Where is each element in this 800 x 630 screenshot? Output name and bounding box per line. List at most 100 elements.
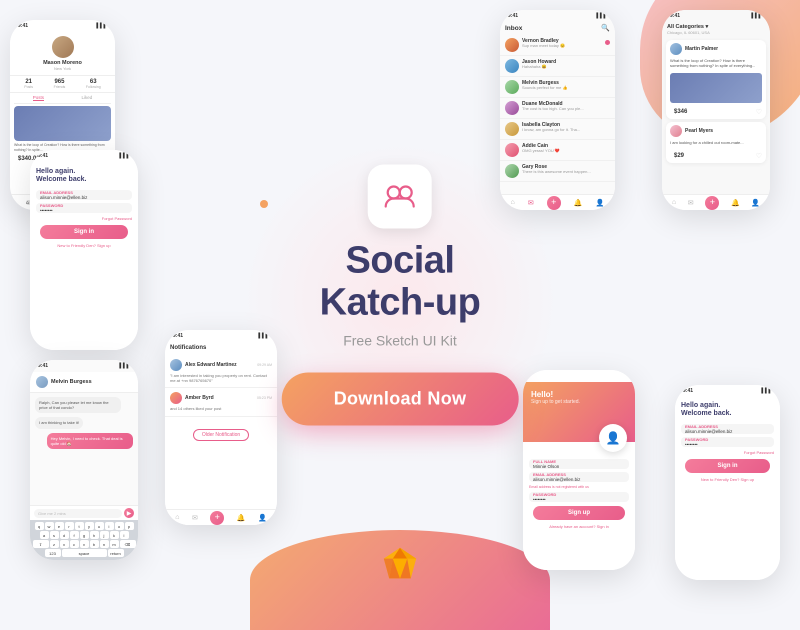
feed-like-icon-2[interactable]: ♡: [756, 152, 762, 160]
inbox-item-1[interactable]: Vernon Bradley Sup man meet today 😊: [500, 35, 615, 56]
signup-button[interactable]: Sign up: [533, 506, 625, 520]
key-g[interactable]: g: [80, 531, 89, 539]
password-field[interactable]: PASSWORD ••••••••: [36, 203, 132, 213]
sketch-logo: [382, 546, 418, 582]
inbox-item-4[interactable]: Duane McDonald The cost is too high. Can…: [500, 98, 615, 119]
login2-greeting: Hello again. Welcome back.: [675, 397, 780, 421]
key-s[interactable]: s: [50, 531, 59, 539]
nav-plus-btn[interactable]: +: [705, 196, 719, 210]
login2-signin-btn[interactable]: Sign in: [685, 459, 770, 473]
signin-button[interactable]: Sign in: [40, 225, 128, 239]
title-line1: Social: [282, 240, 519, 282]
notif1-time: 09:29 AM: [257, 363, 272, 367]
key-d[interactable]: d: [60, 531, 69, 539]
notif-time: 9:41: [173, 333, 183, 339]
nav-person-icon[interactable]: 👤: [596, 199, 605, 207]
key-x[interactable]: x: [60, 540, 69, 548]
nav-mail-icon[interactable]: ✉: [192, 514, 198, 522]
feed-time: 9:41: [670, 13, 680, 19]
nav-plus-btn[interactable]: +: [210, 511, 224, 525]
notif-nav: ⌂ ✉ + 🔔 👤: [165, 509, 277, 525]
inbox-item-2[interactable]: Jason Howard Hahahaha 😆: [500, 56, 615, 77]
key-q[interactable]: q: [35, 522, 44, 530]
key-w[interactable]: w: [45, 522, 54, 530]
nav-person-icon[interactable]: 👤: [258, 514, 267, 522]
message-3: Hey Melvin, I need to check. That deal i…: [47, 433, 133, 449]
key-i[interactable]: i: [105, 522, 114, 530]
login2-password-field[interactable]: PASSWORD ••••••••: [681, 437, 774, 447]
key-space[interactable]: space: [62, 549, 107, 557]
fullname-field[interactable]: FULL NAME Minnie Olson: [529, 459, 629, 469]
email-field[interactable]: EMAIL ADDRESS alison.minnie@ellen.biz: [36, 190, 132, 200]
nav-home-icon[interactable]: ⌂: [175, 514, 179, 521]
key-a[interactable]: a: [40, 531, 49, 539]
key-u[interactable]: u: [95, 522, 104, 530]
key-r[interactable]: r: [65, 522, 74, 530]
signin-link[interactable]: Sign in: [597, 524, 609, 529]
key-123[interactable]: 123: [45, 549, 61, 557]
inbox-msg-4: The cost is too high. Can you ple...: [522, 107, 610, 112]
nav-person-icon[interactable]: 👤: [751, 199, 760, 207]
key-y[interactable]: y: [85, 522, 94, 530]
signup-link[interactable]: Sign up: [97, 243, 111, 248]
inbox-avatar-5: [505, 122, 519, 136]
inbox-avatar-3: [505, 80, 519, 94]
forgot-password[interactable]: Forgot Password: [36, 216, 132, 221]
feed-status: 9:41 ▌▌▌: [662, 10, 770, 22]
chat-input[interactable]: Give me 2 mins: [34, 509, 122, 518]
key-e[interactable]: e: [55, 522, 64, 530]
login2-email-field[interactable]: EMAIL ADDRESS alison.minnie@ellen.biz: [681, 424, 774, 434]
key-p[interactable]: p: [125, 522, 134, 530]
older-notif-btn[interactable]: Older Notification: [193, 429, 249, 441]
key-c[interactable]: c: [70, 540, 79, 548]
notif1-name: Alex Edward Martinez: [185, 362, 237, 368]
nav-bell-icon[interactable]: 🔔: [237, 514, 246, 522]
signup-top: Hello! Sign up to get started. 👤: [523, 382, 635, 442]
key-shift[interactable]: ⇧: [33, 540, 49, 548]
nav-mail-icon[interactable]: ✉: [528, 199, 534, 207]
key-delete[interactable]: ⌫: [120, 540, 136, 548]
nav-bell-icon[interactable]: 🔔: [731, 199, 740, 207]
login2-forgot[interactable]: Forgot Password: [681, 450, 774, 455]
login2-hello: Hello again.: [681, 402, 774, 410]
profile-status-bar: 9:41 ▌▌▌: [10, 20, 115, 32]
key-return[interactable]: return: [108, 549, 124, 557]
login2-signup-link[interactable]: Sign up: [741, 477, 755, 482]
inbox-avatar-2: [505, 59, 519, 73]
key-n[interactable]: n: [100, 540, 109, 548]
signup-password-field[interactable]: PASSWORD ••••••••: [529, 492, 629, 502]
nav-plus-btn[interactable]: +: [547, 196, 561, 210]
nav-bell-icon[interactable]: 🔔: [574, 199, 583, 207]
feed-like-icon-1[interactable]: ♡: [756, 108, 762, 116]
key-k[interactable]: k: [110, 531, 119, 539]
signup-email-field[interactable]: EMAIL ADDRESS alison.minnie@ellen.biz: [529, 472, 629, 482]
phone-feed: 9:41 ▌▌▌ All Categories ▾ Chicago, IL 60…: [662, 10, 770, 210]
person-icon: 👤: [606, 431, 621, 445]
download-button[interactable]: Download Now: [282, 372, 519, 425]
key-j[interactable]: j: [100, 531, 109, 539]
key-m[interactable]: m: [110, 540, 119, 548]
login2-time: 9:41: [683, 388, 693, 394]
nav-home-icon[interactable]: ⌂: [672, 199, 676, 206]
nav-mail-icon[interactable]: ✉: [688, 199, 694, 207]
key-o[interactable]: o: [115, 522, 124, 530]
inbox-item-5[interactable]: Isabella Clayton I know, am gonna go for…: [500, 119, 615, 140]
login-signal: ▌▌▌: [119, 153, 130, 159]
send-button[interactable]: ▶: [124, 508, 134, 518]
feed-card-2: Pearl Myers I am looking for a chilled o…: [666, 122, 766, 162]
key-v[interactable]: v: [80, 540, 89, 548]
feed-card1-text: What is the loop of Creation? How is the…: [666, 58, 766, 71]
key-h[interactable]: h: [90, 531, 99, 539]
search-icon[interactable]: 🔍: [601, 24, 610, 32]
inbox-item-6[interactable]: Addie Cain OMG yesss! YOU ❤️: [500, 140, 615, 161]
login-link-row: Already have an account? Sign in: [523, 524, 635, 529]
key-z[interactable]: z: [50, 540, 59, 548]
inbox-item-3[interactable]: Melvin Burgess Sounds perfect for me 👍: [500, 77, 615, 98]
key-l[interactable]: l: [120, 531, 129, 539]
tab-posts[interactable]: Posts: [33, 95, 44, 101]
key-t[interactable]: t: [75, 522, 84, 530]
key-f[interactable]: f: [70, 531, 79, 539]
tab-liked[interactable]: Liked: [81, 95, 92, 101]
key-b[interactable]: b: [90, 540, 99, 548]
inbox-msg-3: Sounds perfect for me 👍: [522, 86, 610, 91]
